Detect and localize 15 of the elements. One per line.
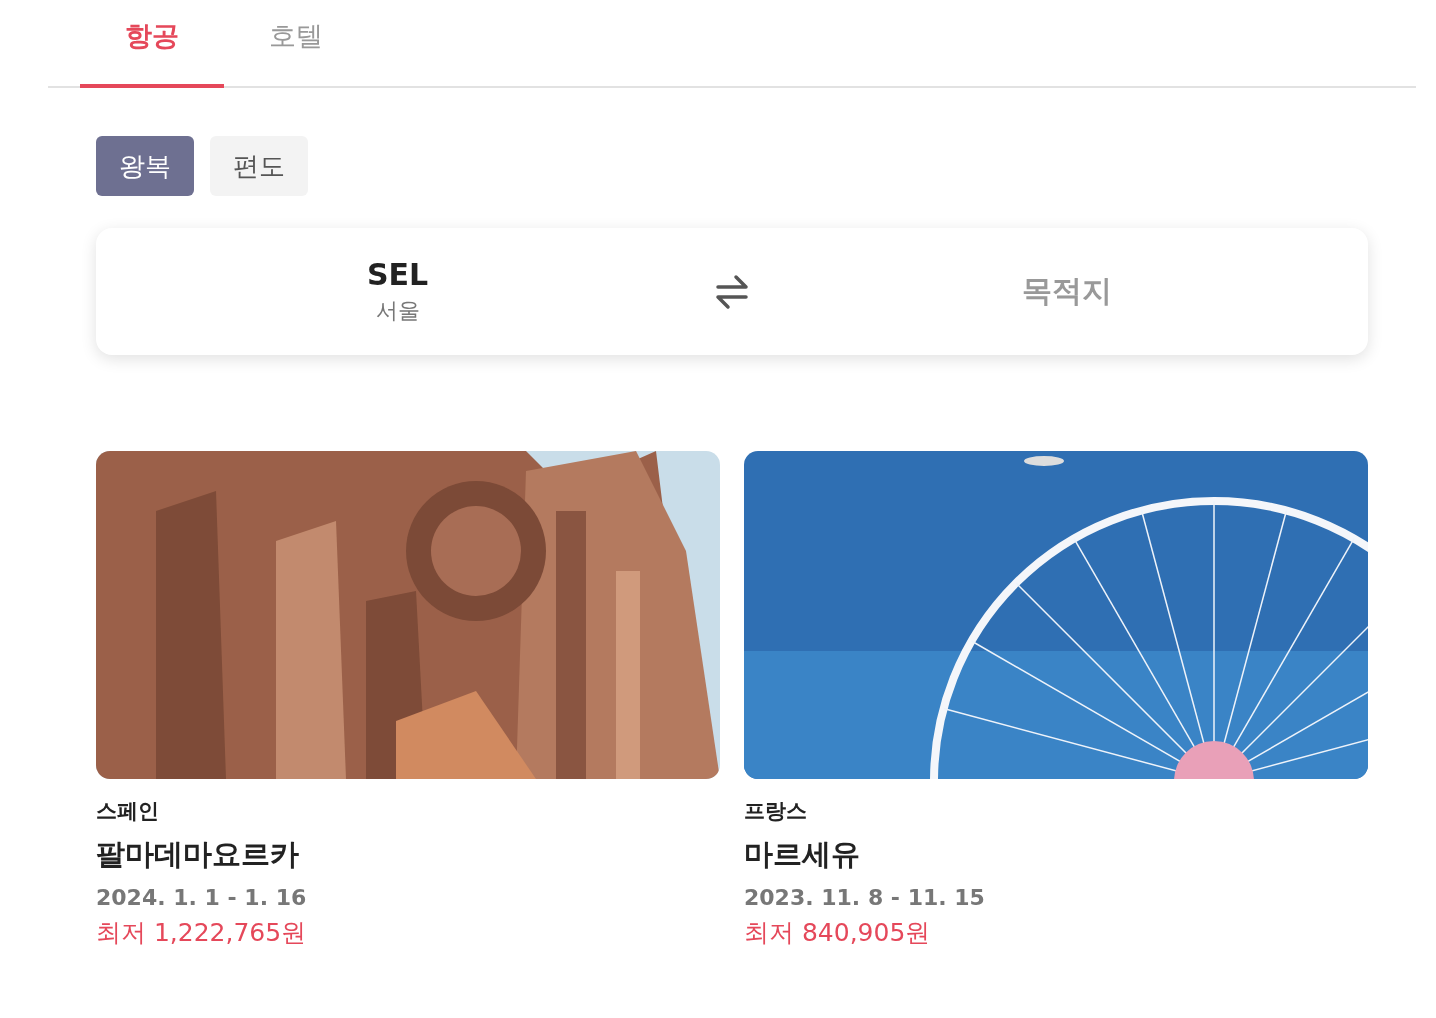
trip-type-button[interactable]: 왕복	[96, 136, 194, 196]
country: 스페인	[96, 798, 160, 825]
origin-code[interactable]: SEL	[366, 257, 429, 292]
travel-dates: 2024. 1. 1 - 1. 16	[96, 885, 308, 910]
country: 프랑스	[744, 798, 808, 825]
tab[interactable]: 호텔	[224, 0, 368, 88]
tab[interactable]: 항공	[80, 0, 224, 88]
origin-city[interactable]: 서울	[375, 296, 420, 326]
lowest-price: 최저 1,222,765원	[96, 917, 308, 949]
lowest-price: 최저 840,905원	[744, 917, 932, 949]
city-name[interactable]: 마르세유	[744, 835, 1368, 875]
trip-type-button[interactable]: 편도	[210, 136, 308, 196]
city-name[interactable]: 팔마데마요르카	[96, 835, 720, 875]
travel-dates: 2023. 11. 8 - 11. 15	[744, 885, 986, 910]
destination-placeholder[interactable]: 목적지	[1021, 271, 1112, 312]
